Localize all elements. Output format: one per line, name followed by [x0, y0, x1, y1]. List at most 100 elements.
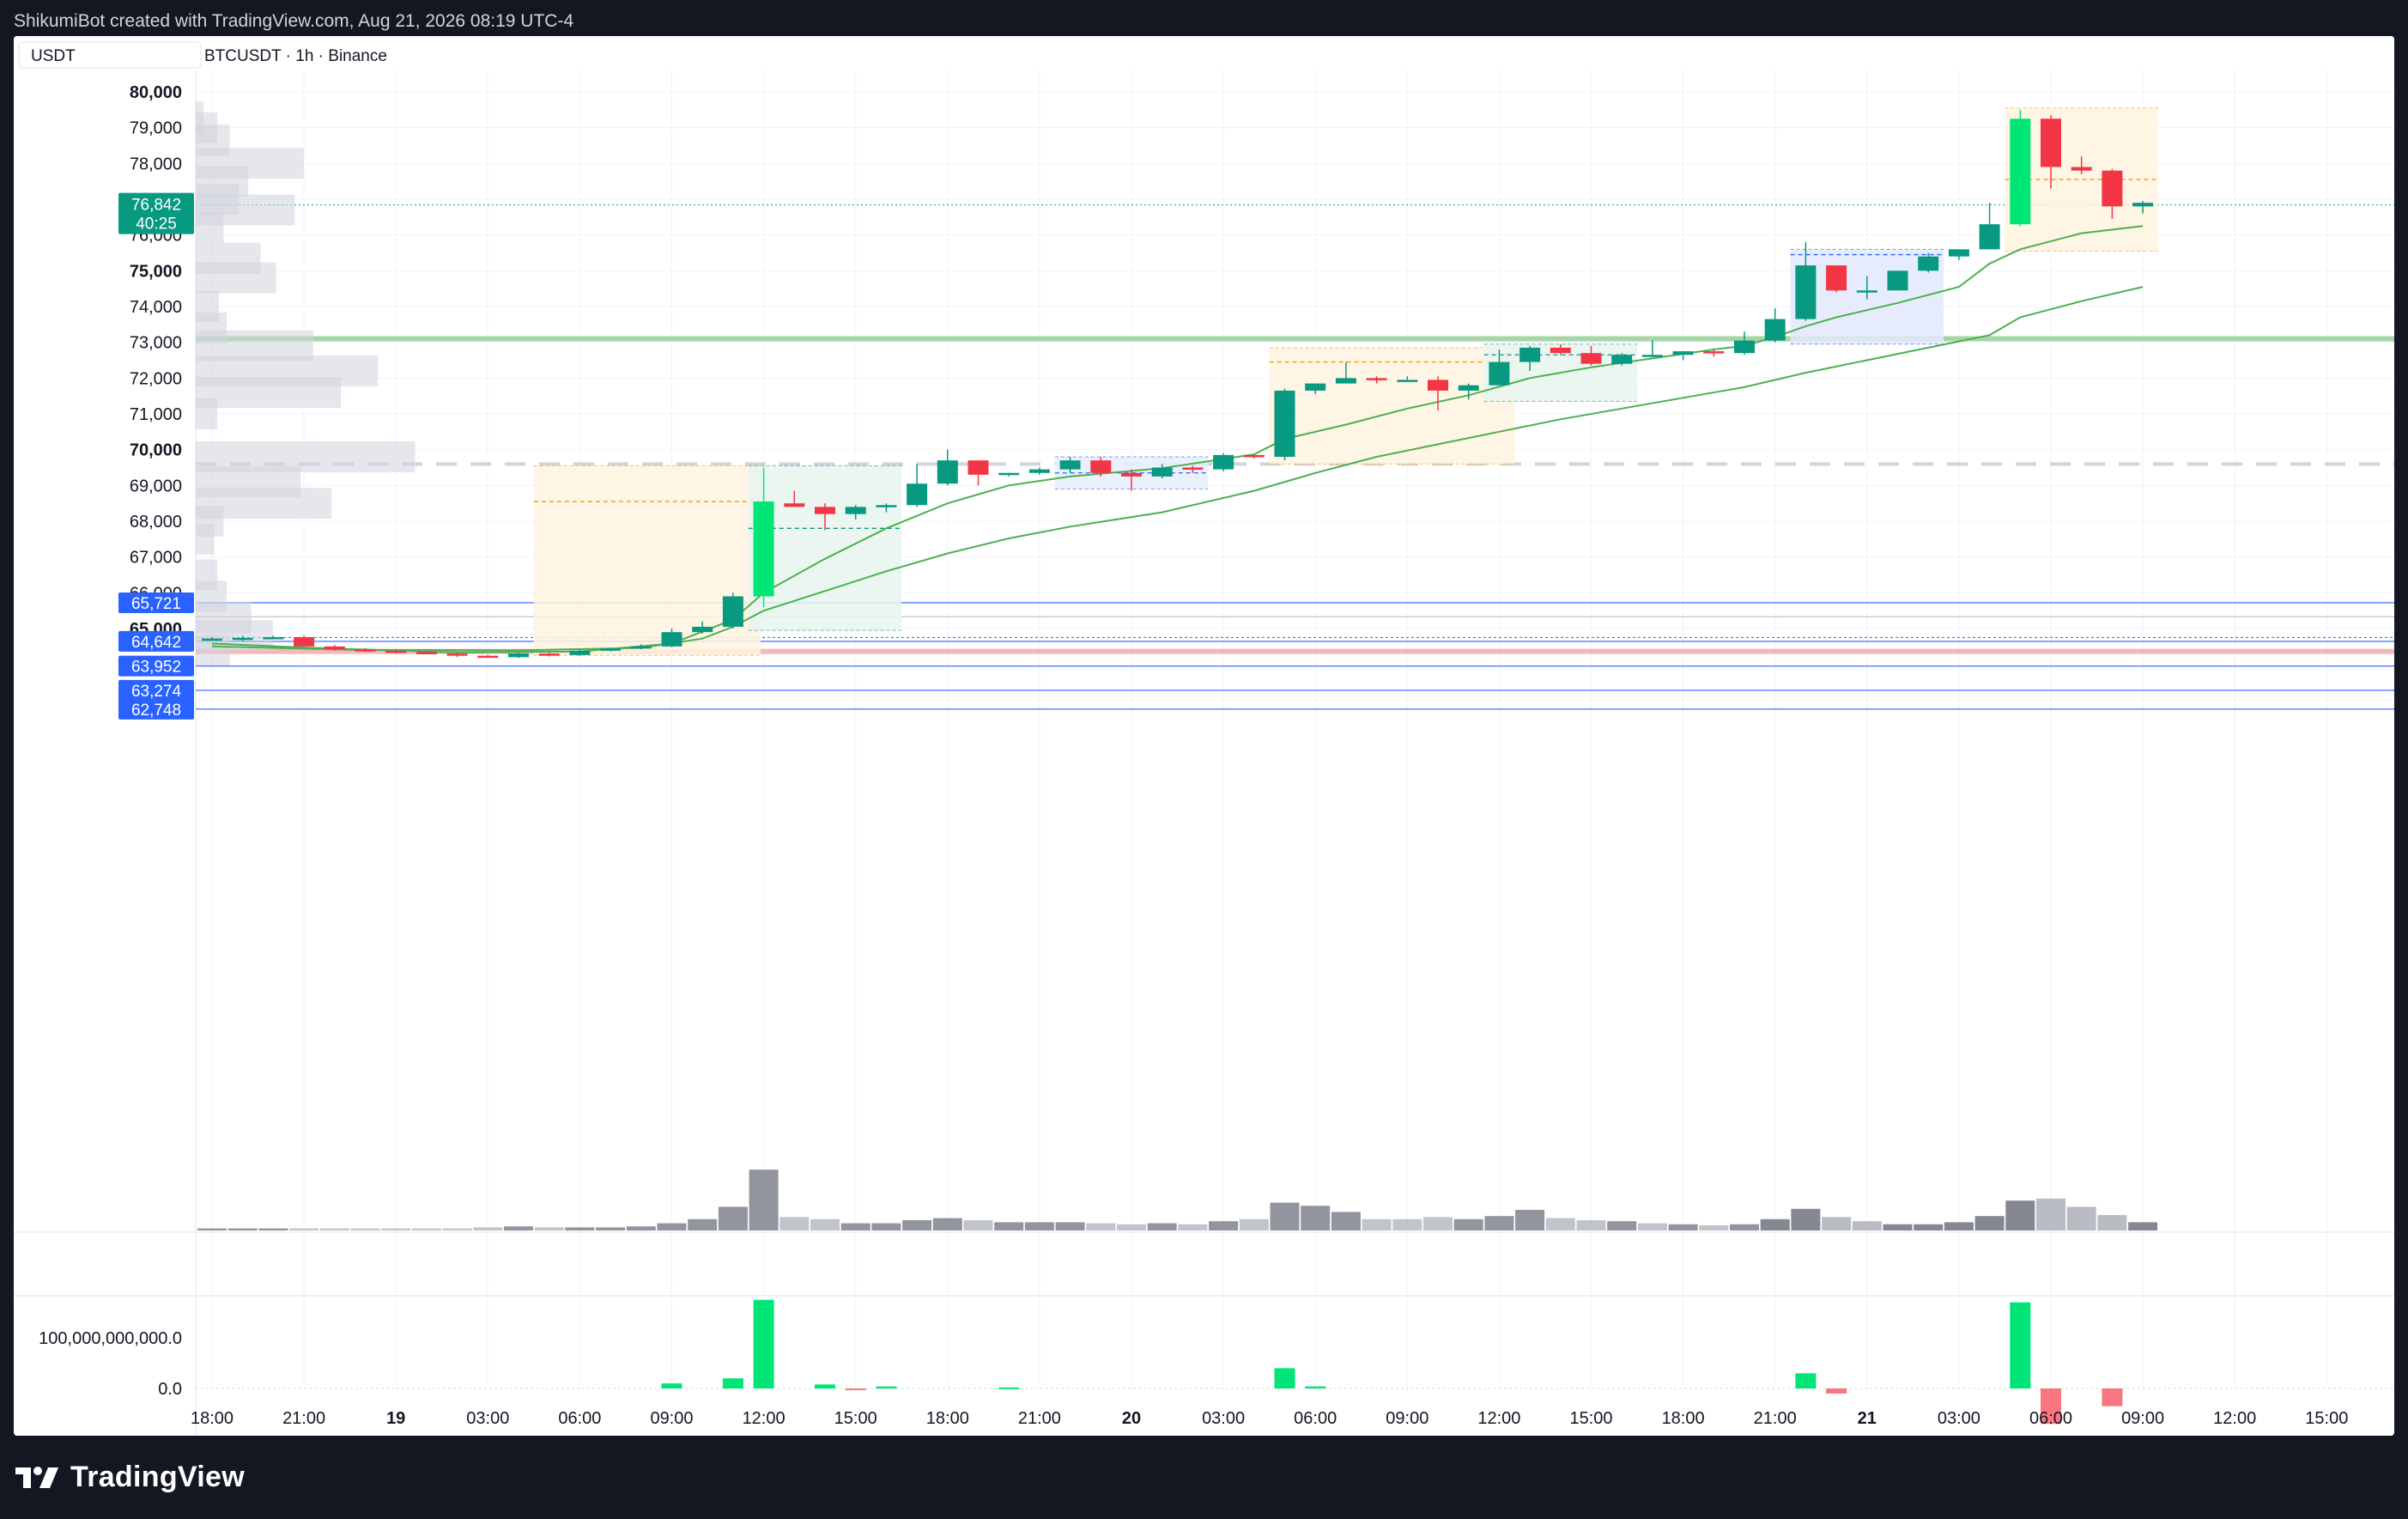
volume-bar — [258, 1228, 288, 1230]
volume-bar — [779, 1217, 810, 1230]
candle-body — [355, 649, 376, 652]
price-axis-label: 73,000 — [130, 334, 182, 353]
volume-bar — [1362, 1218, 1392, 1230]
current-price-label: 76,842 — [131, 197, 181, 215]
candle-body — [2041, 118, 2061, 167]
candle-body — [1887, 270, 1908, 291]
oscillator-bar — [1795, 1373, 1817, 1388]
time-axis-label: 09:00 — [650, 1409, 693, 1428]
oscillator-bar — [998, 1387, 1020, 1389]
volume-profile-bar — [196, 212, 224, 244]
price-axis-label: 68,000 — [130, 513, 182, 532]
volume-bar — [1637, 1223, 1667, 1230]
chart-canvas[interactable]: USDT BTCUSDT · 1h · Binance 100,000,000,… — [14, 36, 2394, 1436]
price-tag-label: 64,642 — [131, 634, 181, 652]
volume-bar — [1392, 1218, 1422, 1230]
time-axis-label: 18:00 — [1662, 1409, 1705, 1428]
range-box — [533, 465, 761, 656]
volume-bar — [1791, 1208, 1821, 1230]
candle-body — [661, 632, 682, 647]
time-axis-label: 03:00 — [466, 1409, 509, 1428]
oscillator-bar — [722, 1378, 743, 1388]
chart-panel[interactable]: USDT BTCUSDT · 1h · Binance 100,000,000,… — [14, 36, 2394, 1436]
time-axis-label: 21:00 — [1754, 1409, 1797, 1428]
candle-body — [1213, 454, 1234, 470]
volume-bar — [381, 1228, 411, 1230]
candle-body — [967, 460, 989, 475]
candle-body — [600, 648, 622, 651]
time-axis-label: 12:00 — [743, 1409, 785, 1428]
volume-bar — [1147, 1223, 1177, 1230]
tradingview-logo-icon — [15, 1467, 58, 1488]
volume-bar — [1301, 1206, 1331, 1230]
candle-body — [1826, 265, 1847, 291]
volume-bar — [1423, 1217, 1453, 1230]
time-axis-label: 15:00 — [1569, 1409, 1612, 1428]
candle-body — [1672, 351, 1694, 355]
volume-bar — [1270, 1202, 1300, 1230]
price-tag-label: 63,952 — [131, 659, 181, 677]
watermark: ShikumiBot created with TradingView.com,… — [14, 11, 574, 31]
symbol-label: BTCUSDT · 1h · Binance — [204, 47, 387, 65]
volume-bar — [319, 1228, 349, 1230]
candle-body — [1151, 467, 1173, 477]
volume-bar — [411, 1228, 441, 1230]
volume-bar — [718, 1206, 748, 1230]
candle-body — [1734, 340, 1755, 354]
time-axis-label: 03:00 — [1938, 1409, 1980, 1428]
volume-bar — [1668, 1224, 1698, 1230]
volume-bar — [1515, 1210, 1545, 1230]
volume-bar — [1944, 1222, 1974, 1230]
volume-bar — [2005, 1200, 2035, 1230]
volume-bar — [289, 1228, 319, 1230]
time-axis-label: 18:00 — [926, 1409, 969, 1428]
oscillator-axis-label: 0.0 — [158, 1380, 182, 1399]
volume-bar — [1086, 1223, 1116, 1230]
price-axis-label: 80,000 — [130, 83, 182, 102]
volume-bar — [1883, 1224, 1913, 1230]
volume-bar — [565, 1227, 595, 1230]
oscillator-bar — [876, 1386, 897, 1388]
volume-bar — [657, 1223, 687, 1230]
volume-bar — [902, 1220, 932, 1230]
volume-bar — [596, 1227, 626, 1230]
price-axis-label: 79,000 — [130, 119, 182, 138]
volume-bar — [1822, 1217, 1852, 1230]
volume-bar — [2097, 1215, 2127, 1230]
time-axis-label: 06:00 — [558, 1409, 601, 1428]
candle-body — [692, 626, 713, 633]
volume-bar — [688, 1218, 718, 1230]
volume-bar — [1914, 1224, 1944, 1230]
candle-body — [1028, 469, 1050, 473]
volume-bar — [1852, 1221, 1882, 1230]
support-band — [196, 336, 2394, 342]
volume-profile-bar — [196, 262, 276, 294]
candle-body — [1918, 256, 1939, 271]
oscillator-bar — [661, 1383, 682, 1388]
candle-body — [1059, 460, 1081, 470]
price-axis-label: 72,000 — [130, 369, 182, 388]
range-box — [1269, 347, 1515, 465]
volume-bar — [1730, 1224, 1759, 1230]
oscillator-bar — [815, 1384, 835, 1388]
price-axis-label: 69,000 — [130, 477, 182, 495]
candle-body — [1274, 390, 1295, 457]
time-axis-label: 21:00 — [1018, 1409, 1061, 1428]
candle-body — [1305, 383, 1326, 391]
volume-bar — [504, 1226, 533, 1230]
volume-bar — [840, 1223, 870, 1230]
candle-body — [1948, 249, 1969, 257]
volume-bar — [749, 1170, 779, 1230]
volume-profile-bar — [196, 377, 342, 408]
oscillator-bar — [1826, 1388, 1847, 1394]
volume-bar — [871, 1223, 901, 1230]
volume-bar — [1760, 1218, 1790, 1230]
candle-body — [1397, 380, 1418, 382]
countdown-label: 40:25 — [136, 216, 177, 234]
candle-body — [232, 637, 253, 641]
candle-body — [815, 507, 835, 514]
candle-body — [1979, 224, 2000, 250]
candle-body — [415, 652, 437, 654]
volume-bar — [1055, 1222, 1085, 1230]
oscillator-bar — [1305, 1386, 1326, 1388]
